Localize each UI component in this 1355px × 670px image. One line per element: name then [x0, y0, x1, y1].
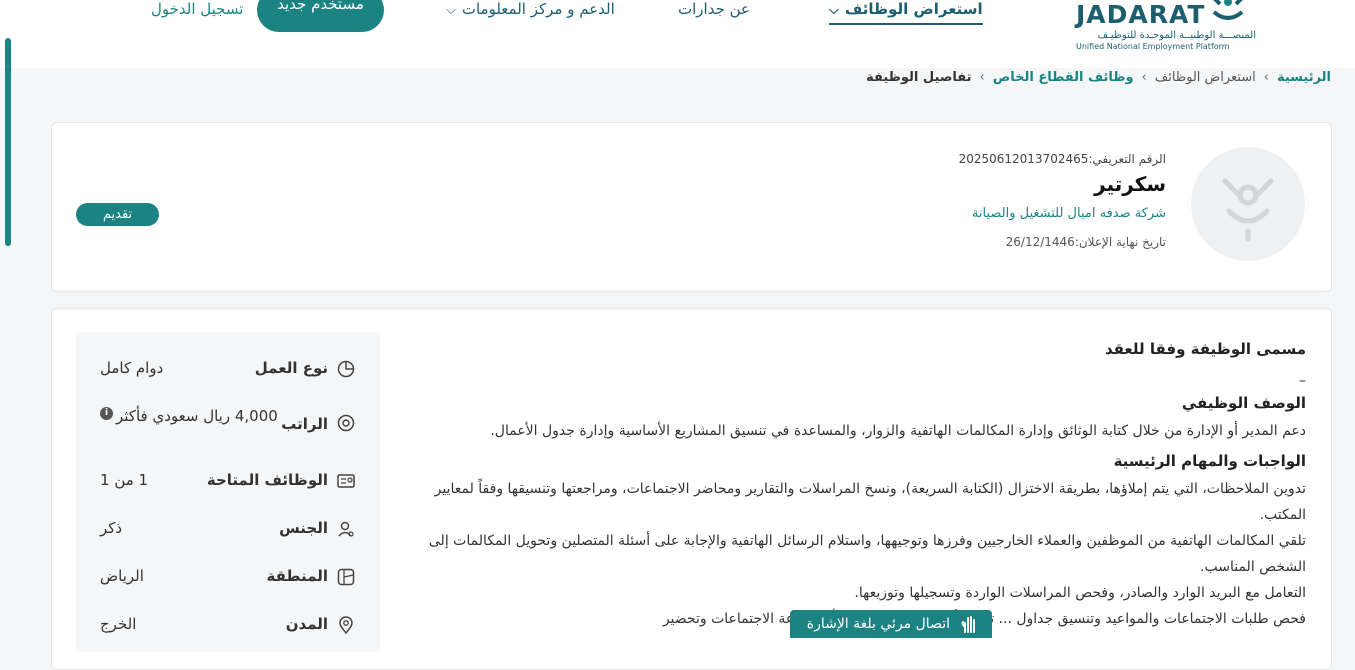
attr-value: الرياض	[100, 567, 144, 585]
deadline-value: 26/12/1446	[1005, 235, 1075, 249]
breadcrumb-separator: ›	[1141, 70, 1147, 85]
attr-label: نوع العمل	[254, 359, 328, 377]
sign-language-label: اتصال مرئي بلغة الإشارة	[806, 616, 950, 632]
job-attributes-panel: نوع العمل دوام كامل الراتب 4,000 ريال سع…	[76, 332, 380, 652]
top-navbar: JADARAT المنصـــة الوطنيــة الموحـدة للت…	[0, 0, 1355, 68]
nav-about-label: عن جدارات	[678, 0, 750, 18]
salary-value: 4,000 ريال سعودي فأكثر	[116, 407, 278, 425]
nav-about-jadarat[interactable]: عن جدارات	[678, 0, 750, 18]
salary-icon	[337, 414, 355, 432]
new-user-label: مستخدم جديد	[277, 0, 364, 13]
apply-button[interactable]: تقديم	[76, 203, 159, 226]
login-link[interactable]: تسجيل الدخول	[151, 0, 243, 18]
job-description-content: مسمى الوظيفة وفقا للعقد – الوصف الوظيفي …	[416, 340, 1306, 632]
attr-cities: المدن الخرج	[76, 615, 380, 645]
logo-wordmark: JADARAT	[1076, 0, 1206, 29]
sign-language-call-button[interactable]: اتصال مرئي بلغة الإشارة	[790, 610, 992, 638]
job-id-label: الرقم التعريفي:	[1088, 152, 1166, 166]
attr-value: دوام كامل	[100, 359, 164, 377]
duties-heading: الواجبات والمهام الرئيسية	[1113, 452, 1306, 470]
company-avatar	[1191, 147, 1305, 261]
job-id-value: 20250612013702465	[958, 152, 1089, 166]
breadcrumb-jobs[interactable]: استعراض الوظائف	[1155, 70, 1256, 85]
attr-salary: الراتب 4,000 ريال سعودي فأكثرi	[76, 407, 380, 437]
attr-gender: الجنس ذكر	[76, 519, 380, 549]
job-title: سكرتير	[1094, 172, 1166, 196]
nav-browse-jobs[interactable]: استعراض الوظائف ⌵	[829, 0, 983, 25]
scrollbar-thumb[interactable]	[5, 38, 11, 246]
description-heading: الوصف الوظيفي	[1181, 394, 1306, 412]
attr-label: المنطقة	[266, 567, 328, 585]
job-id: الرقم التعريفي:20250612013702465	[959, 152, 1166, 166]
deadline-label: تاريخ نهاية الإعلان:	[1074, 235, 1166, 249]
attr-label: المدن	[285, 615, 328, 633]
attr-region: المنطقة الرياض	[76, 567, 380, 597]
company-name-link[interactable]: شركة صدفه اميال للتشغيل والصيانة	[972, 206, 1166, 221]
new-user-button[interactable]: مستخدم جديد	[257, 0, 384, 32]
id-card-icon	[337, 474, 355, 488]
company-logo-placeholder-icon	[1222, 178, 1274, 242]
attr-label: الجنس	[279, 519, 328, 537]
duty-item: تلقي المكالمات الهاتفية من الموظفين والع…	[428, 533, 1306, 575]
logo-arabic-tagline: المنصـــة الوطنيــة الموحـدة للتوظيـف	[1097, 30, 1256, 41]
pie-chart-icon	[337, 360, 355, 378]
duty-item: التعامل مع البريد الوارد والصادر، وفحص ا…	[854, 585, 1306, 601]
attr-value: 4,000 ريال سعودي فأكثرi	[100, 407, 278, 425]
nav-support-label: الدعم و مركز المعلومات	[461, 0, 615, 18]
location-pin-icon	[339, 616, 353, 635]
breadcrumb: الرئيسية › استعراض الوظائف › وظائف القطاع ال…	[866, 70, 1331, 85]
nav-browse-jobs-label: استعراض الوظائف	[844, 0, 983, 18]
attr-available-jobs: الوظائف المتاحة 1 من 1	[76, 471, 380, 501]
jadarat-logo[interactable]: JADARAT المنصـــة الوطنيــة الموحـدة للت…	[1074, 0, 1264, 55]
breadcrumb-current: تفاصيل الوظيفة	[866, 70, 972, 85]
attr-label: الراتب	[281, 415, 328, 433]
contract-title-heading: مسمى الوظيفة وفقا للعقد	[1104, 340, 1306, 358]
nav-support-center[interactable]: الدعم و مركز المعلومات ⌵	[446, 0, 615, 18]
gender-icon	[338, 521, 354, 537]
deadline: تاريخ نهاية الإعلان:26/12/1446	[1006, 235, 1166, 249]
info-icon[interactable]: i	[100, 407, 113, 420]
logo-emblem-icon	[1212, 0, 1244, 20]
description-text: دعم المدير أو الإدارة من خلال كتابة الوث…	[490, 423, 1306, 439]
attr-label: الوظائف المتاحة	[206, 471, 328, 489]
map-icon	[337, 568, 355, 586]
attr-value: الخرج	[100, 615, 137, 633]
attr-value: 1 من 1	[100, 471, 149, 489]
chevron-down-icon: ⌵	[829, 3, 839, 18]
chevron-down-icon: ⌵	[446, 3, 456, 18]
breadcrumb-private-sector[interactable]: وظائف القطاع الخاص	[993, 70, 1134, 85]
logo-english-tagline: Unified National Employment Platform	[1076, 42, 1230, 51]
breadcrumb-separator: ›	[1263, 70, 1269, 85]
attr-work-type: نوع العمل دوام كامل	[76, 359, 380, 389]
breadcrumb-home[interactable]: الرئيسية	[1277, 70, 1331, 85]
attr-value: ذكر	[100, 519, 123, 537]
sign-language-hand-icon	[961, 616, 975, 633]
duty-item: تدوين الملاحظات، التي يتم إملاؤها، بطريق…	[434, 481, 1306, 523]
breadcrumb-separator: ›	[979, 70, 985, 85]
contract-title-value: –	[1299, 373, 1306, 389]
